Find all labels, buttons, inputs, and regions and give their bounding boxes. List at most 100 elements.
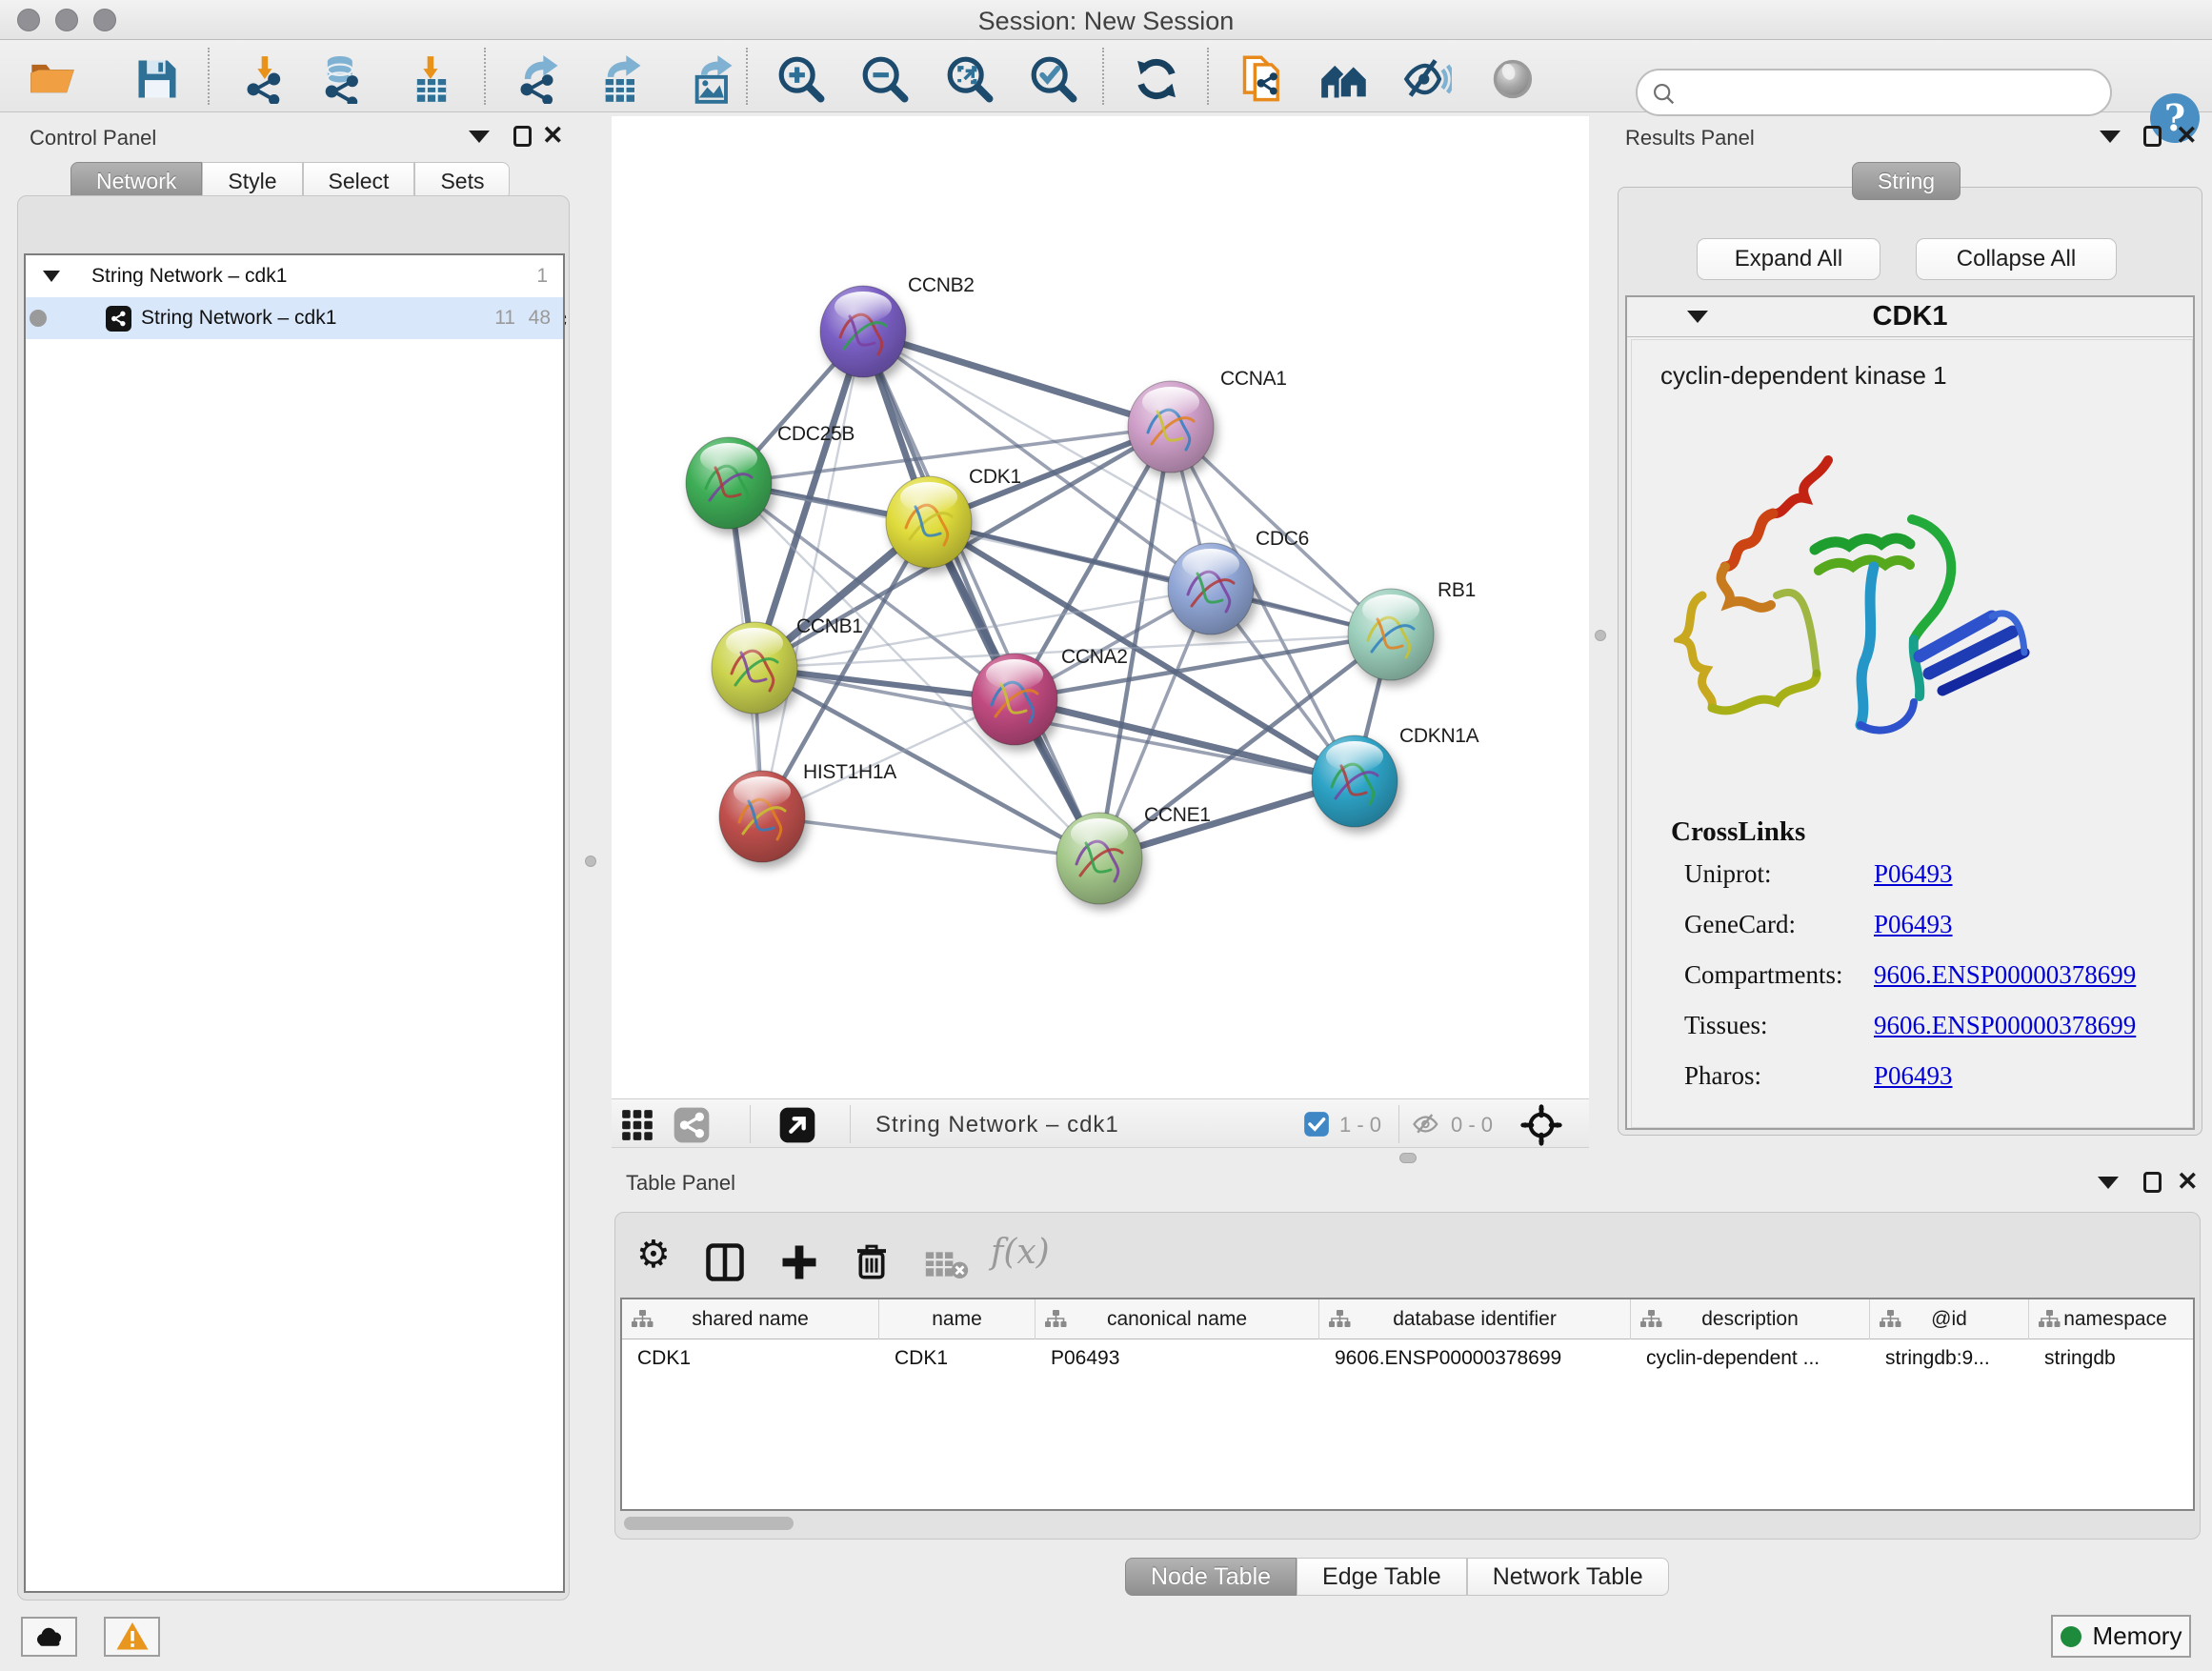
close-panel-icon[interactable]: ✕ — [542, 125, 564, 146]
float-panel-icon[interactable] — [2143, 126, 2162, 147]
close-panel-icon[interactable]: ✕ — [2176, 125, 2198, 146]
panel-menu-icon[interactable] — [2098, 1177, 2119, 1189]
tab-string[interactable]: String — [1852, 162, 1961, 200]
network-row-selected[interactable]: String Network – cdk1 11 48 — [26, 297, 563, 339]
right-splitter-handle[interactable] — [1595, 630, 1606, 641]
table-cell[interactable]: 9606.ENSP00000378699 — [1319, 1339, 1631, 1378]
crosslink-value-Tissues[interactable]: 9606.ENSP00000378699 — [1874, 1011, 2136, 1040]
show-grid-button[interactable] — [616, 1104, 658, 1146]
import-table-file-button[interactable] — [404, 51, 459, 107]
edge-CCNB2-CCNE1[interactable] — [863, 332, 1099, 858]
table-cell[interactable]: stringdb — [2029, 1339, 2195, 1378]
column-header-@id[interactable]: @id — [1870, 1299, 2029, 1339]
column-header-name[interactable]: name — [879, 1299, 1036, 1339]
table-cell[interactable]: CDK1 — [622, 1339, 879, 1378]
zoom-in-button[interactable] — [774, 51, 829, 107]
protein-structure-image — [1674, 453, 2083, 767]
column-header-shared-name[interactable]: shared name — [622, 1299, 879, 1339]
hidden-eye-icon[interactable] — [1412, 1110, 1440, 1143]
hidden-count: 0 - 0 — [1451, 1113, 1493, 1137]
node-CDC25B[interactable] — [686, 437, 772, 529]
edge-HIST1H1A-CCNE1[interactable] — [762, 816, 1099, 858]
tab-network[interactable]: Network — [70, 162, 202, 200]
function-builder-button[interactable]: f(x) — [991, 1233, 1050, 1272]
edge-CCNB2-CCNA1[interactable] — [863, 332, 1171, 427]
tab-sets[interactable]: Sets — [414, 162, 510, 200]
cloud-status-button[interactable] — [21, 1617, 77, 1657]
table-horizontal-scrollbar[interactable] — [624, 1517, 794, 1530]
node-CCNE1[interactable] — [1056, 813, 1142, 904]
node-HIST1H1A[interactable] — [719, 771, 805, 862]
table-cell[interactable]: CDK1 — [879, 1339, 1036, 1378]
tab-style[interactable]: Style — [202, 162, 302, 200]
save-session-button[interactable] — [130, 51, 185, 107]
node-CCNB2[interactable] — [820, 286, 906, 377]
node-position-reset-button[interactable] — [1518, 1102, 1564, 1148]
show-columns-button[interactable] — [705, 1242, 745, 1285]
node-CCNA2[interactable] — [972, 654, 1057, 745]
selected-checkbox-icon[interactable] — [1303, 1111, 1330, 1142]
table-row[interactable]: CDK1CDK1P064939606.ENSP00000378699cyclin… — [622, 1339, 2193, 1378]
crosslink-value-Compartments[interactable]: 9606.ENSP00000378699 — [1874, 960, 2136, 990]
network-snapshot-button[interactable] — [1236, 51, 1291, 107]
network-collection-row[interactable]: String Network – cdk1 1 — [26, 255, 563, 297]
node-CCNA1[interactable] — [1128, 381, 1214, 473]
delete-table-button[interactable] — [924, 1246, 970, 1285]
hide-graphics-details-button[interactable] — [1399, 51, 1455, 107]
expand-all-button[interactable]: Expand All — [1697, 238, 1880, 280]
tab-node-table[interactable]: Node Table — [1125, 1558, 1297, 1596]
table-cell[interactable]: P06493 — [1036, 1339, 1319, 1378]
gene-card-header[interactable]: CDK1 — [1627, 297, 2193, 337]
open-in-window-button[interactable] — [776, 1104, 818, 1146]
node-CDKN1A[interactable] — [1312, 735, 1398, 827]
tab-select[interactable]: Select — [303, 162, 415, 200]
panel-menu-icon[interactable] — [469, 131, 490, 143]
delete-column-button[interactable] — [853, 1242, 891, 1283]
gene-card-body: cyclin-dependent kinase 1 — [1631, 339, 2193, 1128]
node-CDC6[interactable] — [1168, 543, 1254, 634]
table-cell[interactable]: stringdb:9... — [1870, 1339, 2029, 1378]
node-table[interactable]: shared namenamecanonical namedatabase id… — [620, 1298, 2195, 1511]
export-image-button[interactable] — [686, 51, 741, 107]
crosslink-value-GeneCard[interactable]: P06493 — [1874, 910, 1953, 939]
show-graphics-details-button[interactable] — [1486, 51, 1541, 107]
tab-edge-table[interactable]: Edge Table — [1297, 1558, 1467, 1596]
column-header-database-identifier[interactable]: database identifier — [1319, 1299, 1631, 1339]
column-header-namespace[interactable]: namespace — [2029, 1299, 2195, 1339]
table-cell[interactable]: cyclin-dependent ... — [1631, 1339, 1870, 1378]
horizontal-splitter-handle[interactable] — [1399, 1153, 1417, 1163]
zoom-fit-button[interactable] — [942, 51, 997, 107]
open-session-button[interactable] — [25, 51, 80, 107]
left-splitter-handle[interactable] — [585, 856, 596, 867]
birds-eye-view-button[interactable] — [671, 1104, 713, 1146]
memory-button[interactable]: Memory — [2051, 1615, 2191, 1658]
export-table-button[interactable] — [594, 51, 650, 107]
column-header-description[interactable]: description — [1631, 1299, 1870, 1339]
import-network-database-button[interactable] — [314, 51, 370, 107]
collapse-all-button[interactable]: Collapse All — [1916, 238, 2117, 280]
node-CDK1[interactable] — [886, 476, 972, 568]
table-options-button[interactable]: ⚙ — [636, 1238, 671, 1271]
show-all-views-button[interactable] — [1317, 51, 1372, 107]
zoom-selected-button[interactable] — [1026, 51, 1081, 107]
float-panel-icon[interactable] — [513, 126, 532, 147]
refresh-view-button[interactable] — [1129, 51, 1184, 107]
search-input[interactable] — [1687, 74, 2097, 111]
node-RB1[interactable] — [1348, 589, 1434, 680]
network-canvas[interactable]: CCNB2CCNA1CDC25BCDK1CDC6RB1CCNB1CCNA2CDK… — [612, 116, 1589, 1098]
node-CCNB1[interactable] — [712, 622, 797, 714]
float-panel-icon[interactable] — [2143, 1172, 2162, 1193]
import-network-file-button[interactable] — [238, 51, 293, 107]
column-header-canonical-name[interactable]: canonical name — [1036, 1299, 1319, 1339]
zoom-out-button[interactable] — [857, 51, 913, 107]
crosslink-value-Uniprot[interactable]: P06493 — [1874, 859, 1953, 889]
export-network-button[interactable] — [512, 51, 567, 107]
application-window: Session: New Session — [0, 0, 2212, 1671]
collection-expand-icon[interactable] — [43, 271, 60, 282]
close-panel-icon[interactable]: ✕ — [2177, 1171, 2199, 1192]
tab-network-table[interactable]: Network Table — [1467, 1558, 1669, 1596]
panel-menu-icon[interactable] — [2100, 131, 2121, 143]
create-column-button[interactable] — [779, 1242, 819, 1285]
warnings-button[interactable] — [104, 1617, 160, 1657]
crosslink-value-Pharos[interactable]: P06493 — [1874, 1061, 1953, 1091]
